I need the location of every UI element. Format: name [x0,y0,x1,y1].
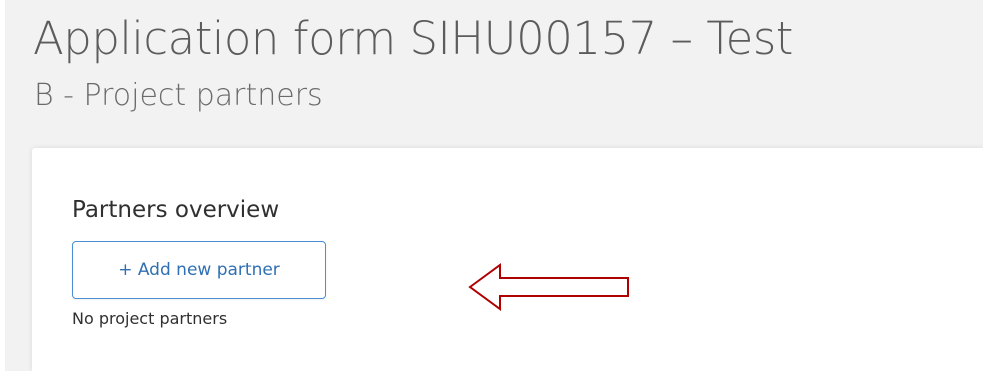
annotation-arrow-left-icon [468,263,629,311]
section-subtitle: B - Project partners [34,78,323,113]
page-title: Application form SIHU00157 – Test [33,12,793,65]
partners-overview-title: Partners overview [72,197,280,223]
partners-overview-card: Partners overview + Add new partner No p… [32,148,983,371]
add-new-partner-button[interactable]: + Add new partner [72,241,326,299]
no-partners-message: No project partners [72,309,228,328]
annotation-arrow-shape [468,263,629,311]
left-edge-strip [0,0,5,371]
